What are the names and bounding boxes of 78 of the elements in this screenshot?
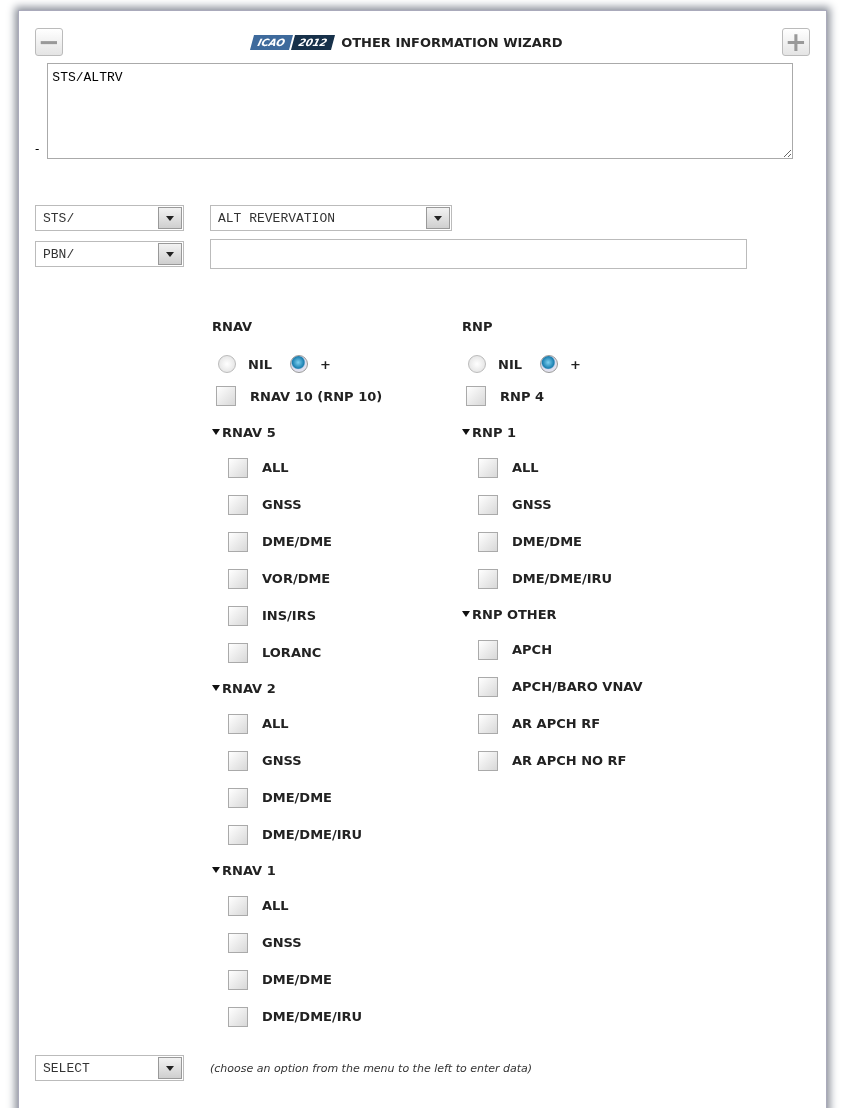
radio-button[interactable] [218, 355, 236, 373]
radio-label: NIL [248, 356, 272, 372]
group-heading[interactable]: RNAV 2 [222, 680, 276, 696]
text-area[interactable]: STS/ALTRV [47, 63, 794, 159]
checkbox-label: AR APCH RF [512, 716, 601, 731]
checkbox-label: DME/DME/IRU [262, 1009, 363, 1024]
group-heading[interactable]: RNP 1 [472, 424, 516, 440]
checkbox[interactable] [478, 494, 498, 515]
checkbox[interactable] [228, 605, 248, 626]
checkbox[interactable] [228, 932, 248, 953]
radio-label: + [570, 356, 581, 372]
checkbox-label: INS/IRS [262, 608, 317, 623]
checkbox-label: GNSS [262, 497, 302, 512]
indicator-select[interactable]: PBN/ [35, 241, 184, 267]
checkbox[interactable] [228, 750, 248, 771]
group-heading[interactable]: RNAV 5 [222, 424, 276, 440]
checkbox-label: DME/DME [512, 534, 582, 549]
checkbox-label: GNSS [262, 753, 302, 768]
radio-button[interactable] [540, 355, 558, 373]
checkbox[interactable] [228, 457, 248, 478]
checkbox-label: ALL [262, 716, 289, 731]
checkbox[interactable] [466, 386, 486, 406]
checkbox[interactable] [478, 676, 498, 697]
triangle-icon[interactable] [462, 611, 470, 617]
hint-text: (choose an option from the menu to the left to enter data) [210, 1061, 533, 1075]
checkbox[interactable] [228, 787, 248, 808]
triangle-icon[interactable] [212, 429, 220, 435]
checkbox[interactable] [228, 713, 248, 734]
indicator-select[interactable]: STS/ [35, 205, 184, 231]
checkbox[interactable] [216, 386, 236, 406]
checkbox-label: ALL [262, 460, 289, 475]
option-select[interactable]: SELECT [35, 1055, 184, 1081]
radio-button[interactable] [468, 355, 486, 373]
checkbox[interactable] [478, 713, 498, 734]
radio-label: NIL [498, 356, 522, 372]
checkbox-label: GNSS [262, 935, 302, 950]
checkbox-label: DME/DME [262, 534, 332, 549]
radio-button[interactable] [290, 355, 308, 373]
checkbox[interactable] [478, 531, 498, 552]
section-heading: RNP [462, 319, 494, 336]
triangle-icon[interactable] [462, 429, 470, 435]
checkbox-label: DME/DME [262, 790, 332, 805]
input-field[interactable] [210, 239, 747, 269]
checkbox-label: RNAV 10 (RNP 10) [250, 388, 383, 404]
triangle-icon[interactable] [212, 685, 220, 691]
checkbox-label: GNSS [512, 497, 552, 512]
checkbox[interactable] [228, 1006, 248, 1027]
checkbox-label: APCH/BARO VNAV [512, 679, 643, 694]
checkbox-label: VOR/DME [262, 571, 331, 586]
side-mark: - [35, 143, 40, 155]
checkbox[interactable] [478, 568, 498, 589]
checkbox-label: LORANC [262, 645, 322, 660]
checkbox[interactable] [228, 824, 248, 845]
checkbox[interactable] [228, 642, 248, 663]
section-heading: RNAV [212, 319, 254, 336]
checkbox[interactable] [478, 457, 498, 478]
checkbox-label: ALL [262, 898, 289, 913]
checkbox[interactable] [478, 750, 498, 771]
radio-label: + [320, 356, 331, 372]
checkbox-label: DME/DME/IRU [262, 827, 363, 842]
checkbox[interactable] [228, 494, 248, 515]
checkbox-label: DME/DME [262, 972, 332, 987]
checkbox-label: ALL [512, 460, 539, 475]
checkbox-label: AR APCH NO RF [512, 753, 627, 768]
triangle-icon[interactable] [212, 867, 220, 873]
checkbox[interactable] [228, 531, 248, 552]
checkbox[interactable] [478, 639, 498, 660]
group-heading[interactable]: RNP OTHER [472, 606, 557, 622]
wizard-title: OTHER INFORMATION WIZARD [341, 34, 563, 50]
logo: ICAO 2012 [250, 34, 336, 50]
checkbox[interactable] [228, 895, 248, 916]
group-heading[interactable]: RNAV 1 [222, 862, 276, 878]
checkbox-label: APCH [512, 642, 552, 657]
checkbox[interactable] [228, 969, 248, 990]
checkbox[interactable] [228, 568, 248, 589]
value-select[interactable]: ALT REVERVATION [210, 205, 452, 231]
checkbox-label: DME/DME/IRU [512, 571, 613, 586]
checkbox-label: RNP 4 [500, 388, 544, 404]
